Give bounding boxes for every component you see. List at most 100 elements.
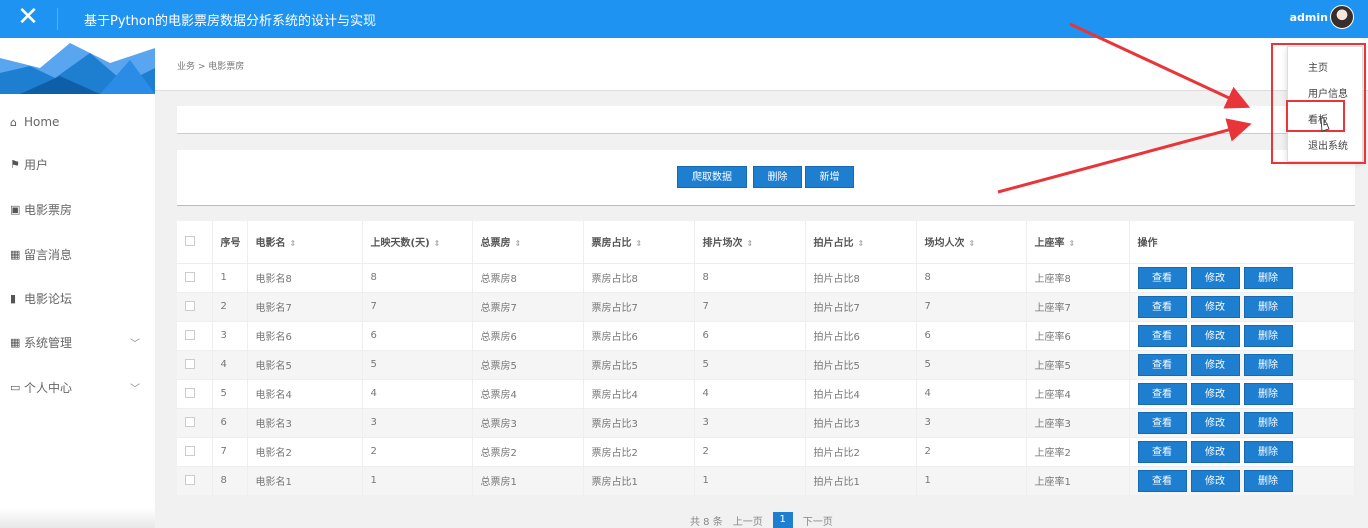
delete-button[interactable]: 删除 xyxy=(1243,324,1293,347)
table-cell: 8 xyxy=(212,465,248,495)
edit-button[interactable]: 修改 xyxy=(1190,266,1240,289)
username-label[interactable]: admin xyxy=(1290,11,1328,24)
delete-button[interactable]: 删除 xyxy=(1243,266,1293,289)
delete-button[interactable]: 删除 xyxy=(1243,440,1293,463)
data-table: 序号 电影名 ⇕ 上映天数(天) ⇕ 总票房 ⇕ 票房占比 ⇕ 排片场次 ⇕ 拍片占比 ⇕ … xyxy=(177,221,1355,495)
table-cell: 5 xyxy=(212,378,248,408)
home-icon: ⌂ xyxy=(10,115,17,129)
table-cell: 4 xyxy=(212,349,248,379)
chart-square-icon: ▣ xyxy=(10,202,21,216)
row-select-cell xyxy=(177,291,213,321)
table-cell: 7 xyxy=(362,291,473,321)
next-page-button[interactable]: 下一页 xyxy=(803,513,833,528)
row-checkbox[interactable] xyxy=(185,359,195,369)
table-cell: 电影名1 xyxy=(247,465,363,495)
app-title: 基于Python的电影票房数据分析系统的设计与实现 xyxy=(84,14,377,29)
column-header[interactable]: 拍片占比 ⇕ xyxy=(805,221,917,263)
table-cell: 1 xyxy=(916,465,1027,495)
sidebar-item-users[interactable]: ⚑ 用户 xyxy=(10,154,150,174)
avatar[interactable] xyxy=(1330,5,1354,29)
column-header[interactable]: 电影名 ⇕ xyxy=(247,221,363,263)
sidebar-item-profile[interactable]: ▭ 个人中心 ﹀ xyxy=(10,377,150,397)
pagination: 共 8 条 上一页 1 下一页 xyxy=(690,512,843,528)
delete-button[interactable]: 删除 xyxy=(1243,295,1293,318)
table-cell: 拍片占比8 xyxy=(805,262,917,292)
sidebar-item-box-office[interactable]: ▣ 电影票房 xyxy=(10,199,150,219)
select-all-checkbox[interactable] xyxy=(185,236,195,247)
table-cell: 电影名3 xyxy=(247,407,363,437)
delete-button[interactable]: 删除 xyxy=(1243,382,1293,405)
table-cell: 5 xyxy=(694,349,806,379)
row-checkbox[interactable] xyxy=(185,446,195,456)
table-cell: 5 xyxy=(916,349,1027,379)
column-header[interactable]: 上映天数(天) ⇕ xyxy=(362,221,473,263)
column-header[interactable]: 上座率 ⇕ xyxy=(1026,221,1130,263)
table-cell: 1 xyxy=(694,465,806,495)
edit-button[interactable]: 修改 xyxy=(1190,382,1240,405)
table-cell: 8 xyxy=(694,262,806,292)
table-cell: 1 xyxy=(362,465,473,495)
chevron-down-icon: ﹀ xyxy=(130,383,140,395)
column-header[interactable]: 总票房 ⇕ xyxy=(472,221,584,263)
edit-button[interactable]: 修改 xyxy=(1190,469,1240,492)
sidebar-item-label: Home xyxy=(24,115,60,129)
view-button[interactable]: 查看 xyxy=(1137,411,1187,434)
view-button[interactable]: 查看 xyxy=(1137,295,1187,318)
row-actions: 查看 修改 删除 xyxy=(1129,262,1355,292)
delete-button[interactable]: 删除 xyxy=(1243,353,1293,376)
sort-icon[interactable]: ⇕ xyxy=(290,239,297,248)
sidebar-item-system[interactable]: ▦ 系统管理 ﹀ xyxy=(10,332,150,352)
crawl-data-button[interactable]: 爬取数据 xyxy=(677,166,747,188)
view-button[interactable]: 查看 xyxy=(1137,324,1187,347)
table-cell: 电影名8 xyxy=(247,262,363,292)
close-icon[interactable]: ✕ xyxy=(14,3,42,31)
table-cell: 总票房7 xyxy=(472,291,584,321)
sort-icon[interactable]: ⇕ xyxy=(858,239,865,248)
column-header[interactable]: 场均人次 ⇕ xyxy=(916,221,1027,263)
column-header[interactable]: 排片场次 ⇕ xyxy=(694,221,806,263)
row-checkbox[interactable] xyxy=(185,475,195,486)
sidebar-item-messages[interactable]: ▦ 留言消息 xyxy=(10,244,150,264)
add-button[interactable]: 新增 xyxy=(805,166,854,188)
view-button[interactable]: 查看 xyxy=(1137,469,1187,492)
delete-button[interactable]: 删除 xyxy=(1243,411,1293,434)
row-checkbox[interactable] xyxy=(185,272,195,282)
sort-icon[interactable]: ⇕ xyxy=(434,239,441,248)
table-cell: 1 xyxy=(212,262,248,292)
view-button[interactable]: 查看 xyxy=(1137,266,1187,289)
sort-icon[interactable]: ⇕ xyxy=(747,239,754,248)
edit-button[interactable]: 修改 xyxy=(1190,411,1240,434)
table-row: 1 电影名8 8 总票房8 票房占比8 8 拍片占比8 8 上座率8 查看 修改 删除 xyxy=(177,262,1355,292)
delete-button[interactable]: 删除 xyxy=(1243,469,1293,492)
row-checkbox[interactable] xyxy=(185,301,195,311)
edit-button[interactable]: 修改 xyxy=(1190,440,1240,463)
row-checkbox[interactable] xyxy=(185,417,195,427)
column-header[interactable]: 票房占比 ⇕ xyxy=(583,221,695,263)
sort-icon[interactable]: ⇕ xyxy=(969,239,976,248)
row-checkbox[interactable] xyxy=(185,388,195,398)
prev-page-button[interactable]: 上一页 xyxy=(733,513,763,528)
bar-chart-icon: ▮ xyxy=(10,291,17,305)
current-page-button[interactable]: 1 xyxy=(772,512,793,528)
sort-icon[interactable]: ⇕ xyxy=(1069,239,1076,248)
view-button[interactable]: 查看 xyxy=(1137,353,1187,376)
sort-icon[interactable]: ⇕ xyxy=(515,239,522,248)
sidebar-item-forum[interactable]: ▮ 电影论坛 xyxy=(10,288,150,308)
edit-button[interactable]: 修改 xyxy=(1190,295,1240,318)
row-checkbox[interactable] xyxy=(185,330,195,340)
sort-icon[interactable]: ⇕ xyxy=(636,239,643,248)
column-header-label: 拍片占比 xyxy=(813,238,854,250)
table-cell: 3 xyxy=(694,407,806,437)
table-cell: 拍片占比2 xyxy=(805,436,917,466)
table-cell: 6 xyxy=(362,320,473,350)
bulk-delete-button[interactable]: 删除 xyxy=(753,166,802,188)
sidebar-item-home[interactable]: ⌂ Home xyxy=(10,112,150,132)
edit-button[interactable]: 修改 xyxy=(1190,324,1240,347)
table-cell: 5 xyxy=(362,349,473,379)
table-cell: 2 xyxy=(362,436,473,466)
view-button[interactable]: 查看 xyxy=(1137,440,1187,463)
table-cell: 2 xyxy=(212,291,248,321)
view-button[interactable]: 查看 xyxy=(1137,382,1187,405)
table-row: 5 电影名4 4 总票房4 票房占比4 4 拍片占比4 4 上座率4 查看 修改 删除 xyxy=(177,378,1355,408)
edit-button[interactable]: 修改 xyxy=(1190,353,1240,376)
